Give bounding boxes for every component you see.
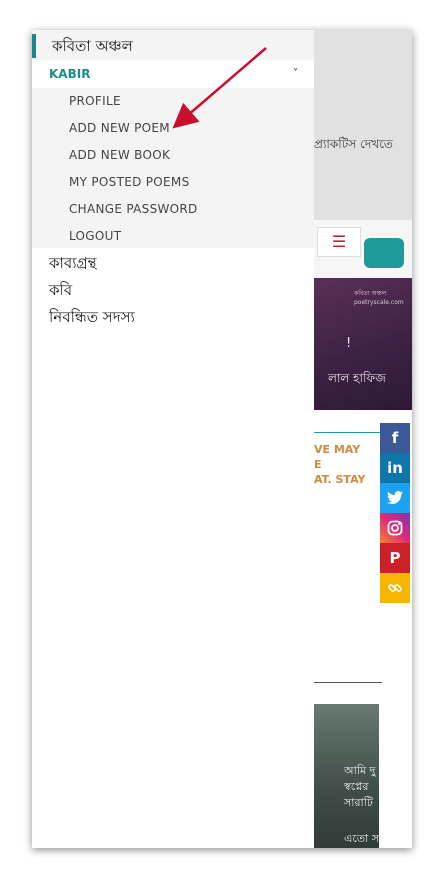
banner-poet-name: লাল হাফিজ [328,371,386,385]
poem-card-image[interactable]: আমি দু স্বপ্নের সারাটি এতো স [314,704,379,848]
banner-brand: কবিতা অঞ্চল poetryscale.com [354,290,404,306]
poem-card-line: এতো স [344,832,379,845]
facebook-icon[interactable]: f [380,423,410,453]
notice-line: AT. STAY [314,473,366,486]
navigation-drawer: কবিতা অঞ্চল KABIR ˅ PROFILE ADD NEW POEM… [32,30,314,848]
menu-item-change-password[interactable]: CHANGE PASSWORD [69,198,198,220]
menu-item-add-new-poem[interactable]: ADD NEW POEM [69,117,170,139]
notice-line: E [314,458,322,471]
twitter-icon[interactable] [380,483,410,513]
nav-link-books[interactable]: কাব্যগ্রন্থ [49,252,97,274]
menu-item-logout[interactable]: LOGOUT [69,225,121,247]
copy-link-icon[interactable] [380,573,410,603]
menu-item-add-new-book[interactable]: ADD NEW BOOK [69,144,170,166]
poem-card-line: সারাটি [344,796,373,809]
poem-banner[interactable]: কবিতা অঞ্চল poetryscale.com ! লাল হাফিজ [314,278,412,410]
banner-exclaim: ! [346,336,352,351]
divider [314,432,382,433]
notice-line: VE MAY [314,443,361,456]
notice-text: VE MAY E AT. STAY [314,442,366,487]
pinterest-icon[interactable]: P [380,543,410,573]
social-share-bar: f in P [380,423,410,603]
chevron-down-icon: ˅ [293,68,298,79]
user-menu-toggle[interactable]: KABIR ˅ [32,60,314,88]
hamburger-menu-button[interactable]: ☰ [317,227,361,257]
nav-link-poets[interactable]: কবি [49,279,72,301]
menu-item-profile[interactable]: PROFILE [69,90,121,112]
search-button[interactable] [364,238,404,268]
app-window: প্র্যাকটিস দেখতে ☰ কবিতা অঞ্চল poetrysca… [32,30,412,848]
username-label: KABIR [49,67,91,81]
instagram-icon[interactable] [380,513,410,543]
nav-link-members[interactable]: নিবন্ধিত সদস্য [49,306,135,328]
site-title[interactable]: কবিতা অঞ্চল [32,34,314,58]
divider [314,682,382,683]
page-intro-text: প্র্যাকটিস দেখতে [314,137,393,151]
menu-item-my-posted-poems[interactable]: MY POSTED POEMS [69,171,190,193]
linkedin-icon[interactable]: in [380,453,410,483]
